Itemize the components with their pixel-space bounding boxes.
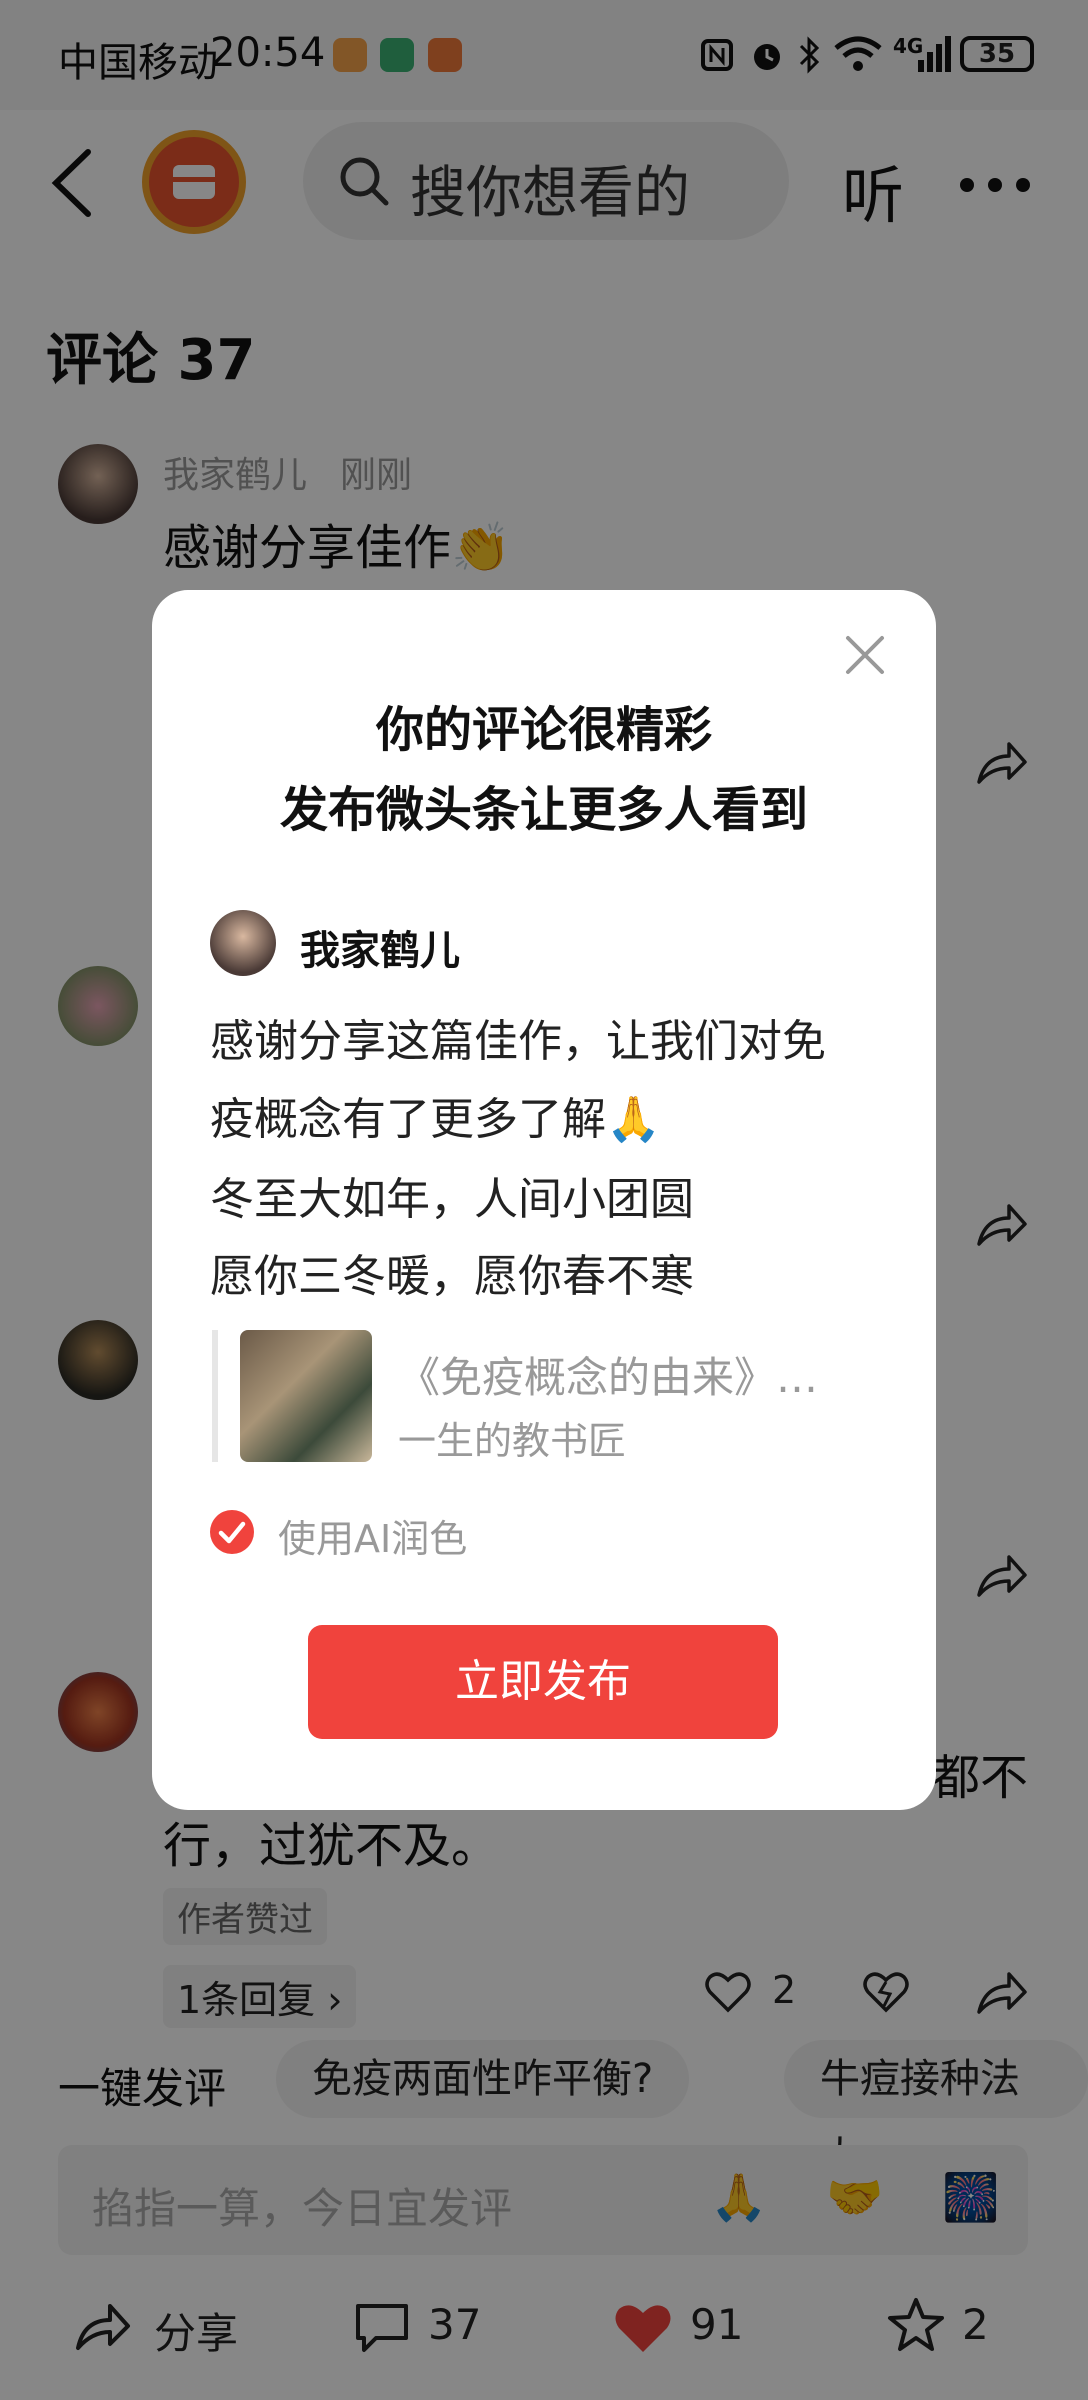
- publish-button[interactable]: 立即发布: [308, 1625, 778, 1739]
- dialog-body-line: 疫概念有了更多了解🙏: [210, 1094, 661, 1145]
- close-icon[interactable]: [840, 630, 890, 680]
- dialog-title: 你的评论很精彩: [375, 702, 712, 758]
- ai-polish-label[interactable]: 使用AI润色: [278, 1508, 467, 1563]
- dialog-subtitle: 发布微头条让更多人看到: [279, 782, 808, 838]
- ai-polish-checkbox[interactable]: [210, 1510, 254, 1554]
- avatar: [210, 910, 276, 976]
- dialog-body-line: 冬至大如年，人间小团圆: [210, 1174, 694, 1225]
- quote-divider: [212, 1330, 218, 1462]
- dialog-body-line: 愿你三冬暖，愿你春不寒: [210, 1251, 694, 1302]
- dialog-body-line: 感谢分享这篇佳作，让我们对免: [210, 1016, 826, 1067]
- dialog-username: 我家鹤儿: [300, 928, 460, 974]
- article-thumbnail: [240, 1330, 372, 1462]
- article-author: 一生的教书匠: [398, 1419, 627, 1463]
- article-title: 《免疫概念的由来》…: [398, 1353, 819, 1402]
